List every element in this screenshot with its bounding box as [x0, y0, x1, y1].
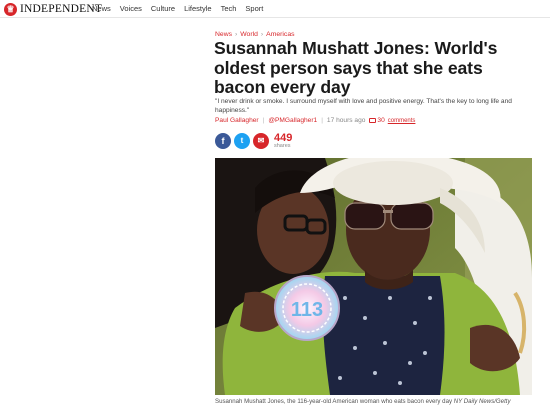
byline-divider: | [321, 117, 323, 124]
breadcrumb-separator: › [260, 31, 264, 38]
share-bar: f t ✉ 449 shares [215, 133, 292, 150]
nav-item-lifestyle[interactable]: Lifestyle [184, 4, 212, 13]
breadcrumb-separator: › [235, 31, 238, 38]
twitter-share-icon[interactable]: t [234, 133, 250, 150]
eagle-logo-icon: ♕ [4, 2, 17, 16]
top-navigation-bar: ♕ INDEPENDENT News Voices Culture Lifest… [0, 0, 550, 18]
comment-bubble-icon[interactable] [369, 118, 377, 123]
byline-divider: | [262, 117, 265, 124]
author-twitter-link[interactable]: @PMGallagher1 [268, 117, 317, 124]
breadcrumb-world[interactable]: World [240, 31, 258, 38]
birthday-badge-number: 113 [291, 299, 323, 321]
publish-time: 17 hours ago [326, 117, 366, 124]
email-share-icon[interactable]: ✉ [253, 133, 269, 150]
comments-link[interactable]: comments [388, 118, 416, 124]
section-nav: News Voices Culture Lifestyle Tech Sport [92, 4, 263, 13]
nav-item-tech[interactable]: Tech [221, 4, 237, 13]
author-link[interactable]: Paul Gallagher [215, 117, 259, 124]
nav-item-voices[interactable]: Voices [120, 4, 142, 13]
breadcrumb-americas[interactable]: Americas [266, 31, 294, 38]
photo-illustration: 113 [215, 158, 532, 395]
photo-caption: Susannah Mushatt Jones, the 116-year-old… [215, 398, 535, 405]
nav-item-news[interactable]: News [92, 4, 111, 13]
facebook-share-icon[interactable]: f [215, 133, 231, 150]
caption-text: Susannah Mushatt Jones, the 116-year-old… [215, 398, 453, 405]
article-headline: Susannah Mushatt Jones: World's oldest p… [214, 38, 498, 97]
article-photo: 113 [215, 158, 532, 395]
breadcrumb-news[interactable]: News [215, 31, 232, 38]
article-standfirst: "I never drink or smoke. I surround myse… [215, 98, 512, 114]
site-name: INDEPENDENT [20, 3, 103, 15]
byline: Paul Gallagher | @PMGallagher1 | 17 hour… [215, 117, 415, 124]
comment-count[interactable]: 30 [377, 117, 384, 124]
share-counter: 449 shares [274, 133, 292, 150]
nav-item-culture[interactable]: Culture [151, 4, 175, 13]
site-logo[interactable]: ♕ INDEPENDENT [4, 2, 102, 16]
breadcrumb: News › World › Americas [215, 31, 295, 38]
nav-item-sport[interactable]: Sport [245, 4, 263, 13]
photo-credit: NY Daily News/Getty [453, 398, 511, 405]
share-count-label: shares [274, 143, 291, 149]
